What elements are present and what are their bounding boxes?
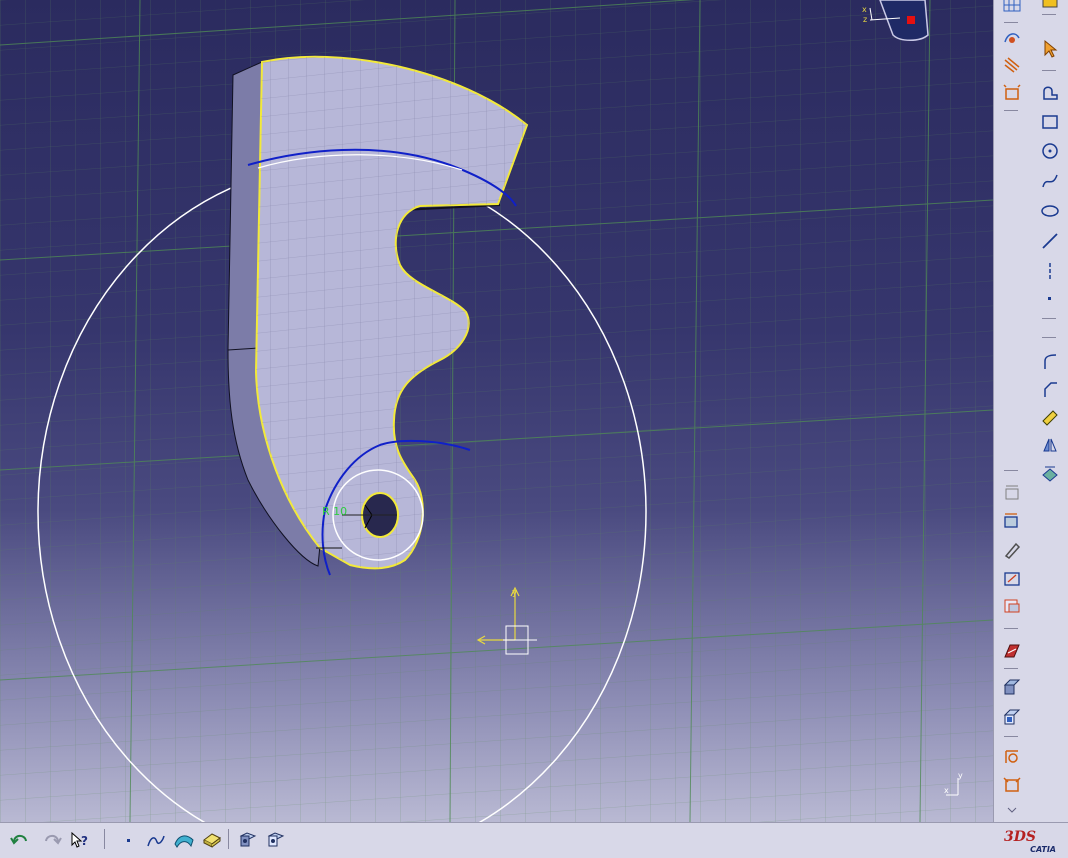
auto-constraint-icon[interactable] [1000,82,1024,104]
undo-icon[interactable] [8,829,32,851]
chamfer-icon[interactable] [1038,378,1062,400]
select-arrow-icon[interactable] [1038,38,1062,60]
pad-icon[interactable] [1000,676,1024,698]
spline-icon[interactable] [1038,170,1062,192]
corner-icon[interactable] [1038,350,1062,372]
edit-multi-constraint-icon[interactable] [1000,539,1024,561]
radius-dimension-label[interactable]: R 10 [322,505,347,518]
trim-icon[interactable] [1038,406,1062,428]
more-tools-chevron-icon[interactable] [1000,800,1024,822]
surface-tool-icon[interactable] [172,829,196,851]
rectangle-icon[interactable] [1038,111,1062,133]
svg-text:z: z [863,15,867,24]
svg-text:x: x [862,5,867,14]
redo-icon[interactable] [40,829,64,851]
sketch-view-icon[interactable] [236,829,260,851]
svg-text:y: y [512,588,518,598]
auto-constraint-multi-icon[interactable] [1000,595,1024,617]
whats-this-help-icon[interactable]: ? [68,829,92,851]
circle-icon[interactable] [1038,140,1062,162]
axis-icon[interactable] [1038,260,1062,282]
svg-text:?: ? [81,834,88,848]
line-icon[interactable] [1038,230,1062,252]
bottom-toolbar: ? 3DS CATIA [0,822,1068,858]
sketch-analysis-icon[interactable] [1000,27,1024,49]
sketch-canvas[interactable]: y x z y x [0,0,993,822]
catia-logo: 3DS CATIA [1004,829,1056,854]
point-tool-icon[interactable] [116,829,140,851]
ellipse-icon[interactable] [1038,200,1062,222]
animate-constraint-icon[interactable] [1000,567,1024,589]
grid-icon[interactable] [1000,0,1024,16]
svg-text:y: y [958,771,963,780]
dimension-constraint-icon[interactable] [1000,482,1024,504]
right-toolbar [993,0,1068,822]
profile-icon[interactable] [1038,82,1062,104]
constraint-icon[interactable] [1000,54,1024,76]
measure-icon[interactable] [1000,746,1024,768]
pocket-icon[interactable] [1000,706,1024,728]
normal-view-icon[interactable] [264,829,288,851]
contact-constraint-icon[interactable] [1000,510,1024,532]
curve-tool-icon[interactable] [144,829,168,851]
measure-item-icon[interactable] [1000,774,1024,796]
project-3d-icon[interactable] [1038,462,1062,484]
3d-viewport[interactable]: y x z y x R 10 [0,0,993,822]
svg-text:x: x [944,786,949,795]
mirror-icon[interactable] [1038,434,1062,456]
exit-sketch-icon[interactable] [1000,640,1024,662]
solid-tool-icon[interactable] [200,829,224,851]
point-icon[interactable] [1038,288,1062,310]
exit-workbench-icon[interactable] [1038,0,1062,14]
